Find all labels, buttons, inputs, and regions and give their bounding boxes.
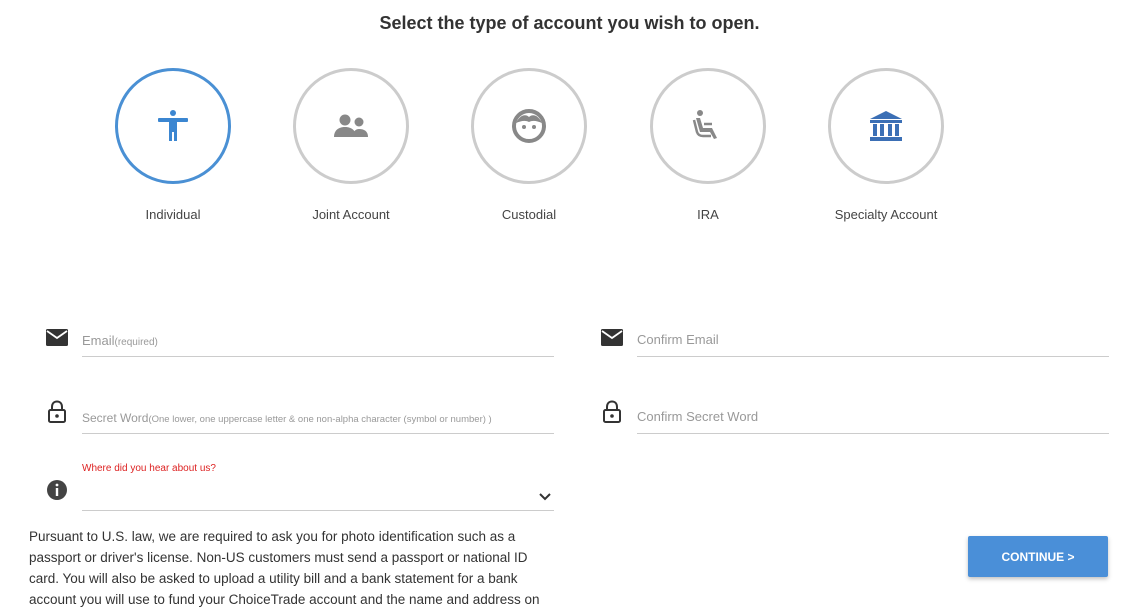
secret-word-underline [82,433,554,434]
email-placeholder: Email(required) [82,333,158,348]
account-type-selector: Individual Joint Account Custodial IRA S… [0,68,1139,228]
account-type-circle[interactable] [293,68,409,184]
account-type-circle[interactable] [650,68,766,184]
confirm-secret-word-placeholder: Confirm Secret Word [637,409,759,424]
referral-underline [82,510,554,511]
info-icon [45,478,69,502]
secret-word-field[interactable]: Secret Word(One lower, one uppercase let… [45,394,554,434]
referral-select[interactable] [45,471,554,511]
account-type-individual[interactable]: Individual [98,68,248,228]
confirm-email-placeholder: Confirm Email [637,332,719,347]
bank-icon [870,111,902,141]
account-type-label: Custodial [501,207,557,222]
confirm-email-underline [637,356,1109,357]
continue-button[interactable]: CONTINUE > [968,536,1108,577]
mail-icon [600,325,624,349]
account-type-custodial[interactable]: Custodial [454,68,604,228]
account-type-joint[interactable]: Joint Account [276,68,426,228]
lock-icon [600,400,624,424]
people-icon [334,114,368,137]
confirm-secret-word-underline [637,433,1109,434]
mail-icon [45,325,69,349]
lock-icon [45,400,69,424]
account-opening-page: Select the type of account you wish to o… [0,0,1139,615]
person-icon [158,110,188,141]
account-type-circle[interactable] [471,68,587,184]
account-type-label: IRA [697,207,719,222]
account-type-specialty[interactable]: Specialty Account [811,68,961,228]
child-face-icon [512,109,546,143]
account-type-circle[interactable] [828,68,944,184]
account-type-label: Individual [145,207,201,222]
secret-word-placeholder: Secret Word(One lower, one uppercase let… [82,411,492,425]
email-underline [82,356,554,357]
account-type-ira[interactable]: IRA [633,68,783,228]
account-type-label: Specialty Account [834,207,938,222]
chevron-down-icon[interactable] [539,488,551,506]
confirm-email-field[interactable]: Confirm Email [600,317,1109,357]
account-type-label: Joint Account [312,207,390,222]
account-type-circle[interactable] [115,68,231,184]
photo-id-notice: Pursuant to U.S. law, we are required to… [29,529,540,607]
page-title: Select the type of account you wish to o… [379,13,760,33]
email-field[interactable]: Email(required) [45,317,554,357]
seated-person-icon [692,110,717,139]
confirm-secret-word-field[interactable]: Confirm Secret Word [600,394,1109,434]
